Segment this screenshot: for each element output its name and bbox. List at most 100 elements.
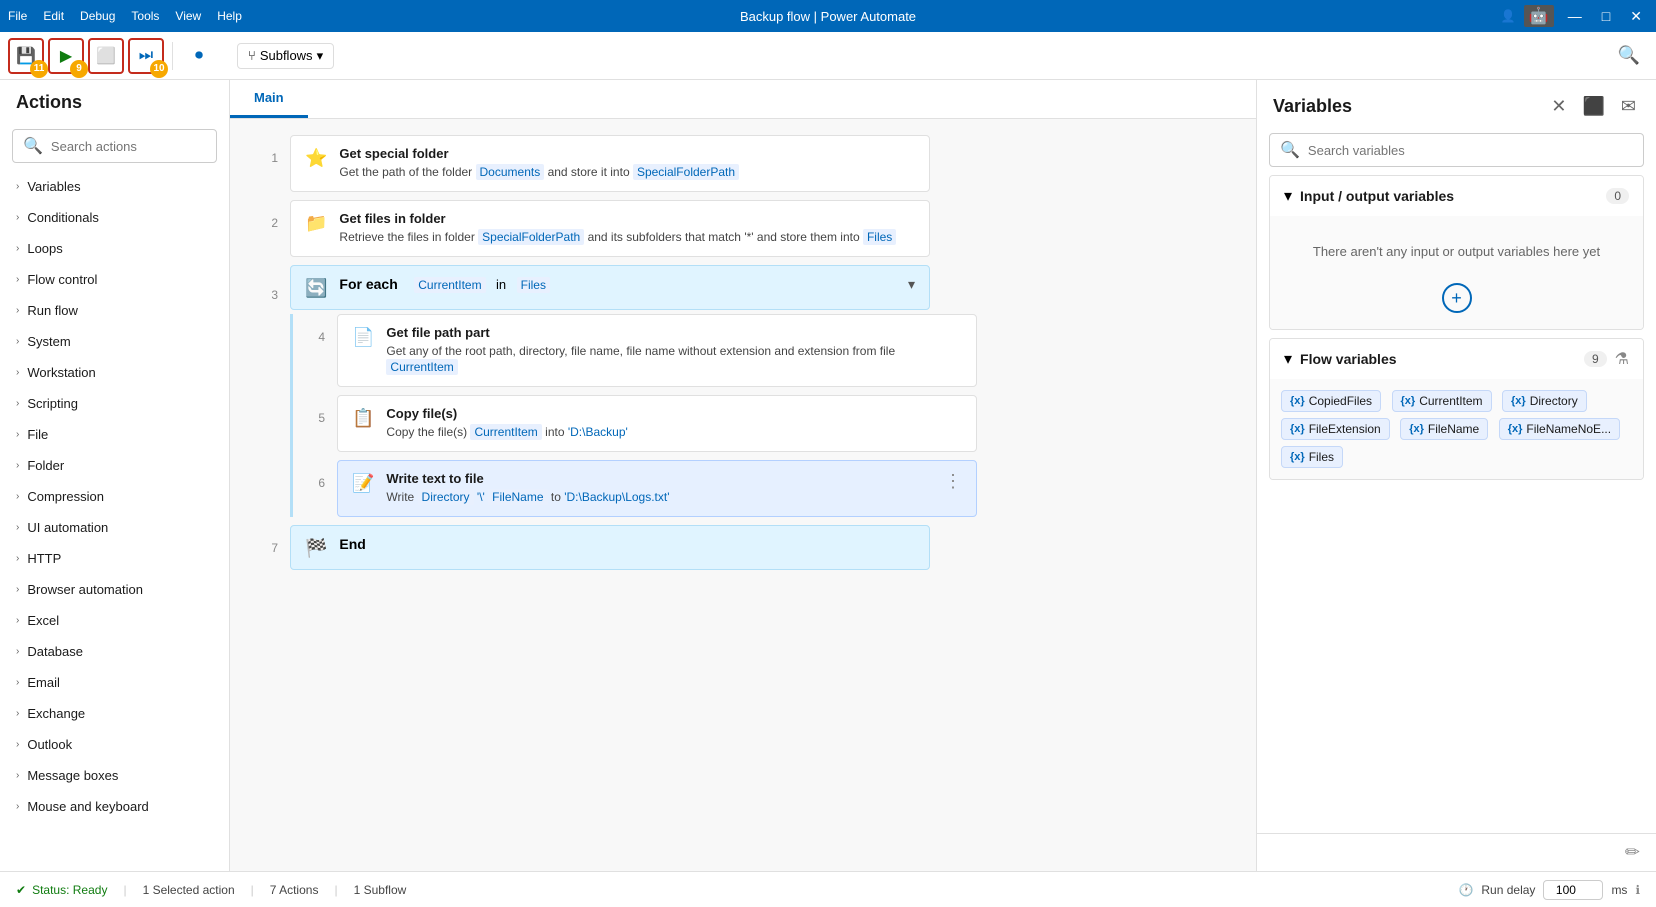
foreach-card[interactable]: 🔄 For each CurrentItem in Files ▾ [290,265,930,310]
sidebar-item-label: Flow control [27,272,97,287]
step-card[interactable]: ⭐ Get special folder Get the path of the… [290,135,930,192]
step-title: Get file path part [386,325,962,340]
tab-main[interactable]: Main [230,80,308,118]
run-button[interactable]: ▶ 9 [48,38,84,74]
variables-panel: Variables ✕ ⬛ ✉ 🔍 ▾ Input / output varia… [1256,80,1656,871]
sidebar-item-database[interactable]: › Database [0,636,229,667]
sidebar-item-variables[interactable]: › Variables [0,171,229,202]
sidebar-item-mouse-keyboard[interactable]: › Mouse and keyboard [0,791,229,822]
flow-count: 9 [1584,351,1607,367]
variables-close-button[interactable]: ✕ [1547,92,1570,121]
actions-search-box[interactable]: 🔍 [12,129,217,163]
sidebar-item-scripting[interactable]: › Scripting [0,388,229,419]
menu-help[interactable]: Help [217,9,242,23]
save-button[interactable]: 💾 11 [8,38,44,74]
var-chip-currentitem[interactable]: {x} CurrentItem [1392,390,1492,412]
sidebar-item-run-flow[interactable]: › Run flow [0,295,229,326]
ms-label: ms [1611,883,1627,897]
step-number: 1 [254,135,278,165]
chevron-icon: › [16,460,19,471]
sidebar-item-message-boxes[interactable]: › Message boxes [0,760,229,791]
add-io-variable-button[interactable]: + [1442,283,1472,313]
io-variables-section: ▾ Input / output variables 0 There aren'… [1269,175,1644,330]
layers-icon[interactable]: ⬛ [1578,92,1608,121]
step-var-ci: CurrentItem [470,424,541,440]
step-card[interactable]: 📄 Get file path part Get any of the root… [337,314,977,388]
maximize-btn[interactable]: □ [1596,6,1616,26]
var-chip-filename[interactable]: {x} FileName [1400,418,1488,440]
sidebar-item-folder[interactable]: › Folder [0,450,229,481]
toolbar-search-button[interactable]: 🔍 [1610,41,1648,70]
var-chip-copiedfiles[interactable]: {x} CopiedFiles [1281,390,1381,412]
sidebar-item-label: Mouse and keyboard [27,799,148,814]
menu-file[interactable]: File [8,9,27,23]
chevron-icon: › [16,181,19,192]
sidebar-item-system[interactable]: › System [0,326,229,357]
run-delay-input[interactable] [1543,880,1603,900]
sidebar-item-ui-automation[interactable]: › UI automation [0,512,229,543]
step-desc: Retrieve the files in folder SpecialFold… [339,229,915,246]
sidebar-item-conditionals[interactable]: › Conditionals [0,202,229,233]
sidebar-item-browser-automation[interactable]: › Browser automation [0,574,229,605]
sidebar-item-file[interactable]: › File [0,419,229,450]
foreach-label: For each [339,276,397,292]
var-chip-fileextension[interactable]: {x} FileExtension [1281,418,1390,440]
step-number: 6 [301,460,325,490]
sidebar-item-excel[interactable]: › Excel [0,605,229,636]
sidebar-item-http[interactable]: › HTTP [0,543,229,574]
var-chip-files[interactable]: {x} Files [1281,446,1343,468]
actions-title: Actions [0,80,229,121]
vars-search-box[interactable]: 🔍 [1269,133,1644,167]
step-number: 7 [254,525,278,555]
subflows-chevron: ▾ [317,48,324,64]
flow-section-header[interactable]: ▾ Flow variables 9 ⚗ [1270,339,1643,379]
sidebar-item-workstation[interactable]: › Workstation [0,357,229,388]
minimize-btn[interactable]: — [1562,6,1588,26]
sidebar-item-label: HTTP [27,551,61,566]
sidebar-item-exchange[interactable]: › Exchange [0,698,229,729]
end-card[interactable]: 🏁 End [290,525,930,570]
foreach-var1: CurrentItem [414,277,485,293]
next-button[interactable]: ⏭ 10 [128,38,164,74]
step-more-button[interactable]: ⋮ [944,471,962,492]
step-card[interactable]: 📋 Copy file(s) Copy the file(s) CurrentI… [337,395,977,452]
search-actions-input[interactable] [51,139,206,154]
toolbar-separator [172,42,173,70]
sidebar-item-loops[interactable]: › Loops [0,233,229,264]
envelope-icon[interactable]: ✉ [1617,92,1640,121]
sidebar-item-email[interactable]: › Email [0,667,229,698]
var-chip-label: Directory [1530,394,1578,408]
record-button[interactable]: ⏺ [181,38,217,74]
close-btn[interactable]: ✕ [1624,6,1648,27]
var-chip-icon: {x} [1511,395,1526,407]
eraser-button[interactable]: ✏ [1625,842,1640,863]
var-chip-directory[interactable]: {x} Directory [1502,390,1587,412]
status-divider: | [334,883,337,897]
foreach-collapse[interactable]: ▾ [908,276,915,293]
io-section-header[interactable]: ▾ Input / output variables 0 [1270,176,1643,216]
sidebar-item-flow-control[interactable]: › Flow control [0,264,229,295]
sidebar-item-label: Run flow [27,303,78,318]
chevron-icon: › [16,615,19,626]
step-icon-write: 📝 [352,473,374,494]
subflows-label: Subflows [260,48,313,63]
step-body: Get special folder Get the path of the f… [339,146,915,181]
menu-debug[interactable]: Debug [80,9,115,23]
stop-button[interactable]: ⬜ [88,38,124,74]
toolbar: 💾 11 ▶ 9 ⬜ ⏭ 10 ⏺ ⑂ Subflows ▾ 🔍 [0,32,1656,80]
var-chip-filenamenoe[interactable]: {x} FileNameNoE... [1499,418,1620,440]
app-title: Backup flow | Power Automate [740,9,916,24]
filter-icon[interactable]: ⚗ [1615,349,1629,369]
chevron-icon: › [16,739,19,750]
subflows-button[interactable]: ⑂ Subflows ▾ [237,43,334,69]
step-card-highlighted[interactable]: 📝 Write text to file Write Directory '\'… [337,460,977,517]
step-icon-copy: 📋 [352,408,374,429]
menu-tools[interactable]: Tools [131,9,159,23]
sidebar-item-compression[interactable]: › Compression [0,481,229,512]
step-card[interactable]: 📁 Get files in folder Retrieve the files… [290,200,930,257]
menu-view[interactable]: View [175,9,201,23]
sidebar-item-outlook[interactable]: › Outlook [0,729,229,760]
step-icon-file: 📄 [352,327,374,348]
menu-edit[interactable]: Edit [43,9,64,23]
search-variables-input[interactable] [1308,143,1633,158]
